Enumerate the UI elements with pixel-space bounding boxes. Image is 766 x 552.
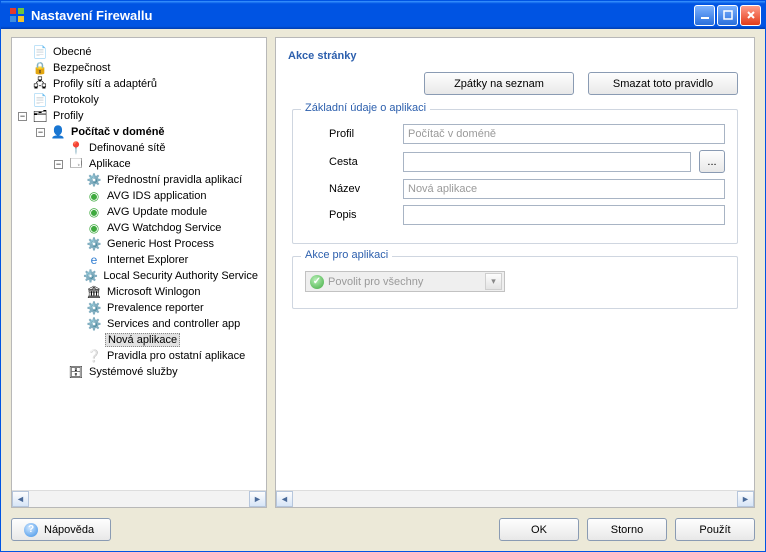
tree-node-system-services[interactable]: 🗄Systémové služby bbox=[52, 364, 262, 380]
collapse-icon[interactable]: − bbox=[36, 128, 45, 137]
allow-icon: ◉ bbox=[86, 204, 102, 220]
page-title: Akce stránky bbox=[280, 44, 750, 72]
tree-node-app[interactable]: ◉AVG Update module bbox=[70, 204, 262, 220]
tree-node-domain[interactable]: −👤Počítač v doméně bbox=[34, 124, 262, 140]
tree-node-app[interactable]: ⚙️Prevalence reporter bbox=[70, 300, 262, 316]
delete-rule-button[interactable]: Smazat toto pravidlo bbox=[588, 72, 738, 95]
description-field[interactable] bbox=[403, 205, 725, 225]
winlogon-icon: 🏛 bbox=[86, 284, 102, 300]
gear-icon: ⚙️ bbox=[86, 172, 102, 188]
maximize-button[interactable] bbox=[717, 5, 738, 26]
settings-tree[interactable]: 📄Obecné 🔒Bezpečnost 🖧Profily sítí a adap… bbox=[16, 44, 262, 380]
help-button[interactable]: ? Nápověda bbox=[11, 518, 111, 541]
label-name: Název bbox=[305, 183, 395, 195]
detail-pane: Akce stránky Zpátky na seznam Smazat tot… bbox=[275, 37, 755, 508]
browse-button[interactable]: ... bbox=[699, 150, 725, 173]
profiles-icon: 🗂 bbox=[32, 108, 48, 124]
tree-node-app[interactable]: ◉AVG Watchdog Service bbox=[70, 220, 262, 236]
help-icon: ? bbox=[24, 523, 38, 537]
titlebar: Nastavení Firewallu bbox=[1, 1, 765, 29]
window-title: Nastavení Firewallu bbox=[29, 8, 694, 23]
profile-field bbox=[403, 124, 725, 144]
ie-icon: e bbox=[86, 252, 102, 268]
tree-node-security[interactable]: 🔒Bezpečnost bbox=[16, 60, 262, 76]
action-combo-value: Povolit pro všechny bbox=[328, 276, 423, 288]
tree-node-app[interactable]: eInternet Explorer bbox=[70, 252, 262, 268]
blank-icon bbox=[86, 332, 102, 348]
user-icon: 👤 bbox=[50, 124, 66, 140]
tree-node-app[interactable]: ⚙️Services and controller app bbox=[70, 316, 262, 332]
tree-node-other-rules[interactable]: ❔Pravidla pro ostatní aplikace bbox=[70, 348, 262, 364]
tree-node-new-app[interactable]: Nová aplikace bbox=[70, 332, 262, 348]
help-icon: ❔ bbox=[86, 348, 102, 364]
page-icon: 📄 bbox=[32, 44, 48, 60]
scroll-left-icon[interactable]: ◄ bbox=[276, 491, 293, 507]
ok-button[interactable]: OK bbox=[499, 518, 579, 541]
gear-icon: ⚙️ bbox=[83, 268, 98, 284]
tree-node-protocols[interactable]: 📄Protokoly bbox=[16, 92, 262, 108]
tree-hscrollbar[interactable]: ◄ ► bbox=[12, 490, 266, 507]
back-to-list-button[interactable]: Zpátky na seznam bbox=[424, 72, 574, 95]
services-icon: 🗄 bbox=[68, 364, 84, 380]
network-icon: 🖧 bbox=[32, 76, 48, 92]
group-basic-info: Základní údaje o aplikaci Profil Cesta .… bbox=[292, 109, 738, 244]
action-combo[interactable]: ✓ Povolit pro všechny ▾ bbox=[305, 271, 505, 292]
gear-icon: ⚙️ bbox=[86, 300, 102, 316]
tree-node-app[interactable]: ⚙️Local Security Authority Service bbox=[70, 268, 262, 284]
minimize-button[interactable] bbox=[694, 5, 715, 26]
tree-node-defined-nets[interactable]: 📍Definované sítě bbox=[52, 140, 262, 156]
close-button[interactable] bbox=[740, 5, 761, 26]
gear-icon: ⚙️ bbox=[86, 316, 102, 332]
gear-icon: ⚙️ bbox=[86, 236, 102, 252]
client-area: 📄Obecné 🔒Bezpečnost 🖧Profily sítí a adap… bbox=[1, 29, 765, 551]
window-icon: 🗔 bbox=[68, 156, 84, 172]
tree-pane: 📄Obecné 🔒Bezpečnost 🖧Profily sítí a adap… bbox=[11, 37, 267, 508]
allow-icon: ✓ bbox=[310, 275, 324, 289]
group-action-legend: Akce pro aplikaci bbox=[301, 249, 392, 261]
group-basic-legend: Základní údaje o aplikaci bbox=[301, 102, 430, 114]
cancel-button[interactable]: Storno bbox=[587, 518, 667, 541]
tree-node-app[interactable]: ⚙️Přednostní pravidla aplikací bbox=[70, 172, 262, 188]
label-description: Popis bbox=[305, 209, 395, 221]
dialog-footer: ? Nápověda OK Storno Použít bbox=[11, 508, 755, 541]
allow-icon: ◉ bbox=[86, 220, 102, 236]
group-app-action: Akce pro aplikaci ✓ Povolit pro všechny … bbox=[292, 256, 738, 309]
label-profile: Profil bbox=[305, 128, 395, 140]
chevron-down-icon[interactable]: ▾ bbox=[485, 273, 502, 290]
tree-node-app[interactable]: 🏛Microsoft Winlogon bbox=[70, 284, 262, 300]
tree-node-app[interactable]: ◉AVG IDS application bbox=[70, 188, 262, 204]
collapse-icon[interactable]: − bbox=[54, 160, 63, 169]
tree-node-net-profiles[interactable]: 🖧Profily sítí a adaptérů bbox=[16, 76, 262, 92]
scroll-right-icon[interactable]: ► bbox=[249, 491, 266, 507]
path-field[interactable] bbox=[403, 152, 691, 172]
tree-node-profiles[interactable]: −🗂Profily bbox=[16, 108, 262, 124]
name-field[interactable] bbox=[403, 179, 725, 199]
detail-hscrollbar[interactable]: ◄ ► bbox=[276, 490, 754, 507]
collapse-icon[interactable]: − bbox=[18, 112, 27, 121]
tree-node-app[interactable]: ⚙️Generic Host Process bbox=[70, 236, 262, 252]
label-path: Cesta bbox=[305, 156, 395, 168]
apply-button[interactable]: Použít bbox=[675, 518, 755, 541]
help-button-label: Nápověda bbox=[44, 524, 94, 536]
scroll-right-icon[interactable]: ► bbox=[737, 491, 754, 507]
scroll-left-icon[interactable]: ◄ bbox=[12, 491, 29, 507]
tree-node-applications[interactable]: −🗔Aplikace bbox=[52, 156, 262, 172]
allow-icon: ◉ bbox=[86, 188, 102, 204]
app-icon bbox=[9, 7, 25, 23]
tree-node-general[interactable]: 📄Obecné bbox=[16, 44, 262, 60]
firewall-settings-window: Nastavení Firewallu 📄Obecné 🔒Bezpečnost bbox=[0, 0, 766, 552]
page-icon: 📄 bbox=[32, 92, 48, 108]
